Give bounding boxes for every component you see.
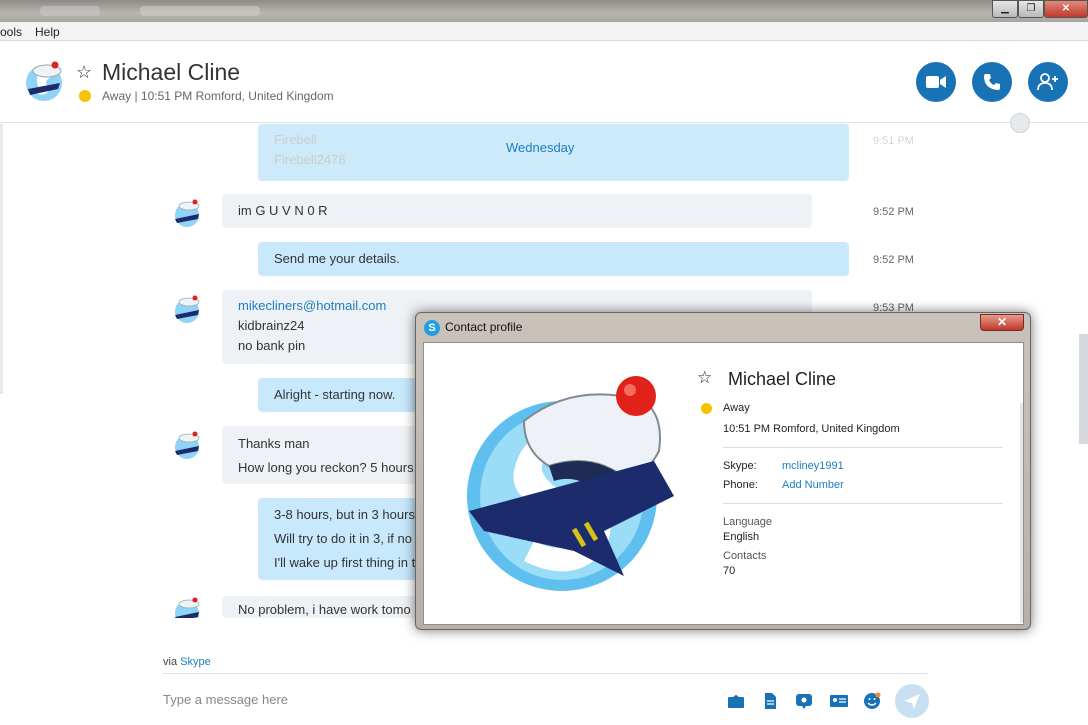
skype-label: Skype:	[723, 460, 757, 472]
message-text: Send me your details.	[274, 251, 400, 266]
sidebar-edge	[0, 124, 3, 394]
dialog-close-button[interactable]: ✕	[980, 314, 1024, 331]
phone-label: Phone:	[723, 479, 758, 491]
restore-button[interactable]: ❐	[1018, 0, 1044, 18]
video-camera-icon	[926, 76, 946, 88]
avatar[interactable]	[20, 57, 68, 105]
chat-scrollbar[interactable]	[1079, 334, 1088, 444]
phone-icon	[984, 74, 1000, 90]
video-message-icon[interactable]	[795, 692, 813, 710]
file-icon[interactable]	[761, 692, 779, 710]
away-clock-icon	[79, 90, 91, 102]
day-separator: Wednesday	[506, 140, 575, 155]
skype-window: ▁ ❐ ✕ ools Help ☆ Michael Cline Away | 1…	[0, 0, 1088, 725]
contact-status: Away | 10:51 PM Romford, United Kingdom	[102, 89, 334, 103]
contact-card-icon[interactable]	[829, 692, 849, 710]
skype-logo-icon: S	[424, 320, 440, 336]
window-controls: ▁ ❐ ✕	[992, 0, 1088, 18]
emoticon-icon[interactable]	[863, 692, 881, 710]
message-time: 9:52 PM	[873, 206, 914, 218]
skype-name-link[interactable]: mcliney1991	[782, 460, 844, 472]
profile-status: Away	[723, 402, 750, 414]
divider	[723, 447, 1003, 448]
message-text: im G U V N 0 R	[238, 203, 328, 218]
favorite-star-icon[interactable]: ☆	[76, 62, 92, 83]
divider	[723, 503, 1003, 504]
favorite-star-icon[interactable]: ☆	[697, 368, 712, 388]
title-blur	[40, 6, 100, 16]
message-time: 9:52 PM	[873, 254, 914, 266]
globe-icon[interactable]	[1010, 113, 1030, 133]
message-time: 9:51 PM	[873, 135, 914, 147]
message-bubble[interactable]: im G U V N 0 R	[222, 194, 812, 228]
minimize-button[interactable]: ▁	[992, 0, 1018, 18]
compose-divider	[163, 673, 928, 674]
message-input[interactable]: Type a message here	[163, 692, 288, 707]
add-people-button[interactable]	[1028, 62, 1068, 102]
conversation-header: ☆ Michael Cline Away | 10:51 PM Romford,…	[0, 41, 1088, 133]
message-bubble[interactable]: Send me your details.	[258, 242, 849, 276]
add-person-icon	[1037, 73, 1058, 91]
audio-call-button[interactable]	[972, 62, 1012, 102]
close-button[interactable]: ✕	[1044, 0, 1088, 18]
add-number-link[interactable]: Add Number	[782, 479, 844, 491]
window-title-bar: ▁ ❐ ✕	[0, 0, 1088, 22]
dialog-scrollbar[interactable]	[1020, 403, 1023, 623]
avatar	[175, 199, 200, 227]
profile-name: Michael Cline	[728, 369, 837, 389]
image-send-icon[interactable]	[727, 692, 745, 710]
dialog-body: ☆ Michael Cline Away 10:51 PM Romford, U…	[423, 342, 1024, 625]
contact-name: Michael Cline	[102, 59, 241, 85]
avatar	[175, 431, 200, 459]
away-clock-icon	[701, 403, 712, 414]
send-button[interactable]	[895, 684, 929, 718]
menu-help[interactable]: Help	[35, 25, 60, 39]
avatar	[175, 597, 200, 618]
via-label: via Skype	[163, 656, 211, 668]
contact-profile-dialog: S Contact profile ✕ ☆ Michael Cline Away…	[415, 312, 1031, 630]
avatar	[175, 295, 200, 323]
contacts-value: 70	[723, 565, 736, 577]
language-label: Language	[723, 516, 772, 528]
dialog-title: Contact profile	[445, 320, 523, 334]
video-call-button[interactable]	[916, 62, 956, 102]
profile-local-time: 10:51 PM Romford, United Kingdom	[723, 423, 900, 435]
send-icon	[904, 694, 920, 709]
via-text: via	[163, 656, 178, 668]
via-app[interactable]: Skype	[180, 656, 211, 668]
title-blur	[140, 6, 260, 16]
profile-picture	[467, 376, 674, 591]
contacts-label: Contacts	[723, 550, 767, 562]
menu-bar: ools Help	[0, 22, 1088, 41]
language-value: English	[723, 531, 760, 543]
menu-tools[interactable]: ools	[0, 25, 22, 39]
